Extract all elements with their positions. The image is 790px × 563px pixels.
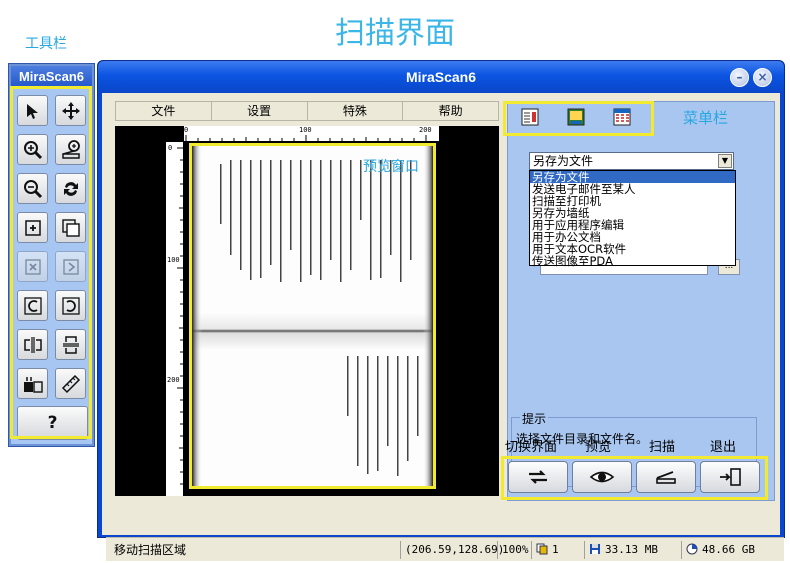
status-disk: 48.66 GB — [681, 541, 781, 559]
toolbar-highlight — [10, 86, 92, 439]
menu-file[interactable]: 文件 — [116, 102, 212, 120]
window-title: MiraScan6 — [98, 61, 784, 93]
status-message: 移动扫描区域 — [114, 543, 187, 557]
vertical-ruler: 0 100 200 — [166, 142, 183, 496]
status-disk-value: 48.66 GB — [702, 543, 755, 556]
disk-usage-icon — [686, 543, 698, 555]
page-title-annotation: 扫描界面 — [335, 16, 455, 51]
preview-area[interactable]: 0 100 200 0 100 200 — [115, 126, 499, 496]
scan-label: 扫描 — [649, 440, 676, 455]
menu-annotation: 菜单栏 — [683, 109, 729, 127]
ruler-v-label: 0 — [168, 144, 173, 152]
scanned-image-frame[interactable] — [189, 143, 436, 489]
status-zoom: 100% — [497, 541, 530, 559]
menu-help[interactable]: 帮助 — [403, 102, 498, 120]
status-pages-value: 1 — [552, 543, 559, 556]
status-memory-value: 33.13 MB — [605, 543, 658, 556]
vertical-ruler-ticks — [177, 147, 183, 485]
preview-annotation: 预览窗口 — [363, 159, 419, 175]
destination-select[interactable]: 另存为文件 ▼ — [529, 152, 734, 170]
exit-label: 退出 — [710, 440, 737, 455]
menu-special[interactable]: 特殊 — [308, 102, 404, 120]
menu-bar: 文件 设置 特殊 帮助 — [115, 101, 499, 121]
status-coordinates: (206.59,128.69) — [400, 541, 504, 559]
horizontal-ruler: 0 100 200 — [184, 126, 439, 141]
toolbar-annotation: 工具栏 — [25, 36, 67, 52]
floppy-disk-icon — [590, 544, 600, 554]
menu-settings[interactable]: 设置 — [212, 102, 308, 120]
ruler-h-label: 200 — [419, 126, 432, 134]
pages-icon — [536, 543, 548, 555]
ruler-v-label: 200 — [167, 376, 180, 384]
ruler-h-label: 0 — [184, 126, 189, 134]
status-bar: 移动扫描区域 (206.59,128.69) 100% 1 33.13 MB 4… — [106, 537, 784, 561]
scanned-book-image — [192, 146, 433, 486]
switch-label: 切换界面 — [505, 440, 558, 455]
close-button[interactable]: × — [753, 68, 772, 87]
status-memory: 33.13 MB — [584, 541, 680, 559]
toolbar-title: MiraScan6 — [11, 66, 92, 88]
minimize-button[interactable]: – — [730, 68, 749, 87]
destination-select-value: 另存为文件 — [533, 154, 594, 168]
preview-label: 预览 — [585, 440, 612, 455]
ruler-h-label: 100 — [299, 126, 312, 134]
chevron-down-icon[interactable]: ▼ — [718, 154, 732, 168]
tip-legend: 提示 — [520, 410, 549, 427]
ruler-v-label: 100 — [167, 256, 180, 264]
action-highlight — [501, 456, 768, 500]
tab-highlight — [503, 101, 654, 136]
status-pages: 1 — [531, 541, 583, 559]
dropdown-option[interactable]: 传送图像至PDA — [530, 255, 735, 267]
destination-dropdown-list: 另存为文件 发送电子邮件至某人 扫描至打印机 另存为墙纸 用于应用程序编辑 用于… — [529, 170, 736, 267]
